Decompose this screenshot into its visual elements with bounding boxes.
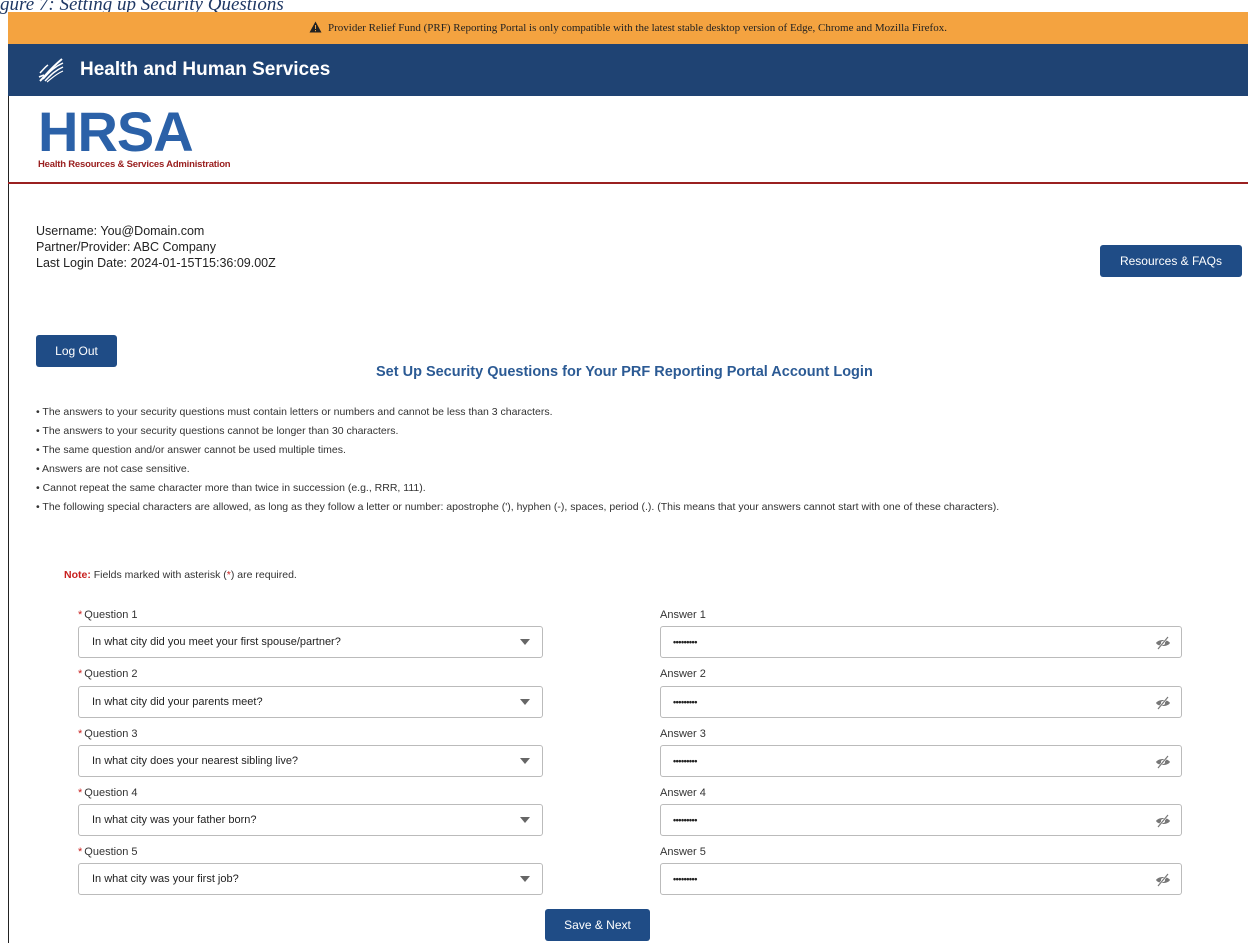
chevron-down-icon — [520, 639, 530, 645]
answer-1-value: ••••••••• — [673, 637, 697, 647]
hhs-eagle-icon — [38, 58, 64, 83]
header-title: Health and Human Services — [80, 59, 331, 80]
save-next-button[interactable]: Save & Next — [545, 909, 650, 941]
answer-4-value: ••••••••• — [673, 815, 697, 825]
required-note: Note: Fields marked with asterisk (*) ar… — [64, 569, 297, 581]
user-info: Username: You@Domain.com Partner/Provide… — [36, 223, 276, 271]
banner-text: Provider Relief Fund (PRF) Reporting Por… — [328, 22, 947, 34]
chevron-down-icon — [520, 876, 530, 882]
eye-slash-icon[interactable] — [1155, 636, 1171, 650]
answer-5-value: ••••••••• — [673, 874, 697, 884]
question-1-label: * Question 1 — [78, 609, 138, 621]
last-login-date: Last Login Date: 2024-01-15T15:36:09.00Z — [36, 256, 276, 270]
compatibility-banner: Provider Relief Fund (PRF) Reporting Por… — [8, 12, 1248, 44]
answer-2-field[interactable]: ••••••••• — [660, 686, 1182, 718]
question-3-select[interactable]: In what city does your nearest sibling l… — [78, 745, 543, 777]
question-5-value: In what city was your first job? — [92, 873, 239, 885]
rule-item: • The same question and/or answer cannot… — [36, 444, 346, 456]
rule-item: • The answers to your security questions… — [36, 406, 553, 418]
required-asterisk: * — [78, 787, 83, 799]
note-label: Note: — [64, 569, 91, 581]
eye-slash-icon[interactable] — [1155, 873, 1171, 887]
hrsa-subtitle: Health Resources & Services Administrati… — [38, 159, 231, 170]
resources-faqs-button[interactable]: Resources & FAQs — [1100, 245, 1242, 277]
answer-3-value: ••••••••• — [673, 756, 697, 766]
rule-item: • Answers are not case sensitive. — [36, 463, 190, 475]
question-4-select[interactable]: In what city was your father born? — [78, 804, 543, 836]
answer-3-label: Answer 3 — [660, 728, 706, 740]
question-3-label: * Question 3 — [78, 728, 138, 740]
question-2-select[interactable]: In what city did your parents meet? — [78, 686, 543, 718]
question-3-value: In what city does your nearest sibling l… — [92, 755, 299, 767]
question-1-select[interactable]: In what city did you meet your first spo… — [78, 626, 543, 658]
question-1-value: In what city did you meet your first spo… — [92, 636, 341, 648]
rule-item: • The answers to your security questions… — [36, 425, 399, 437]
answer-4-label: Answer 4 — [660, 787, 706, 799]
answer-rules: • The answers to your security questions… — [36, 403, 1242, 517]
partner-provider: Partner/Provider: ABC Company — [36, 240, 216, 254]
required-asterisk: * — [78, 846, 83, 858]
answer-1-field[interactable]: ••••••••• — [660, 626, 1182, 658]
chevron-down-icon — [520, 758, 530, 764]
rule-item: • The following special characters are a… — [36, 501, 1000, 513]
eye-slash-icon[interactable] — [1155, 755, 1171, 769]
required-asterisk: * — [78, 668, 83, 680]
chevron-down-icon — [520, 817, 530, 823]
note-text-end: ) are required. — [230, 569, 297, 581]
warning-icon — [309, 21, 322, 35]
logo-area: HRSA Health Resources & Services Adminis… — [8, 96, 1248, 184]
answer-1-label: Answer 1 — [660, 609, 706, 621]
answer-5-label: Answer 5 — [660, 846, 706, 858]
answer-2-value: ••••••••• — [673, 697, 697, 707]
question-4-value: In what city was your father born? — [92, 814, 257, 826]
required-asterisk: * — [78, 609, 83, 621]
answer-4-field[interactable]: ••••••••• — [660, 804, 1182, 836]
answer-3-field[interactable]: ••••••••• — [660, 745, 1182, 777]
page-title: Set Up Security Questions for Your PRF R… — [376, 364, 873, 380]
required-asterisk: * — [78, 728, 83, 740]
question-2-value: In what city did your parents meet? — [92, 696, 263, 708]
note-text: Fields marked with asterisk ( — [90, 569, 227, 581]
username: Username: You@Domain.com — [36, 224, 205, 238]
eye-slash-icon[interactable] — [1155, 696, 1171, 710]
rule-item: • Cannot repeat the same character more … — [36, 482, 426, 494]
answer-5-field[interactable]: ••••••••• — [660, 863, 1182, 895]
question-2-label: * Question 2 — [78, 668, 138, 680]
question-5-select[interactable]: In what city was your first job? — [78, 863, 543, 895]
logout-button[interactable]: Log Out — [36, 335, 117, 367]
chevron-down-icon — [520, 699, 530, 705]
hhs-header: Health and Human Services — [8, 44, 1248, 96]
hrsa-logo: HRSA — [38, 100, 194, 163]
answer-2-label: Answer 2 — [660, 668, 706, 680]
question-5-label: * Question 5 — [78, 846, 138, 858]
question-4-label: * Question 4 — [78, 787, 138, 799]
eye-slash-icon[interactable] — [1155, 814, 1171, 828]
